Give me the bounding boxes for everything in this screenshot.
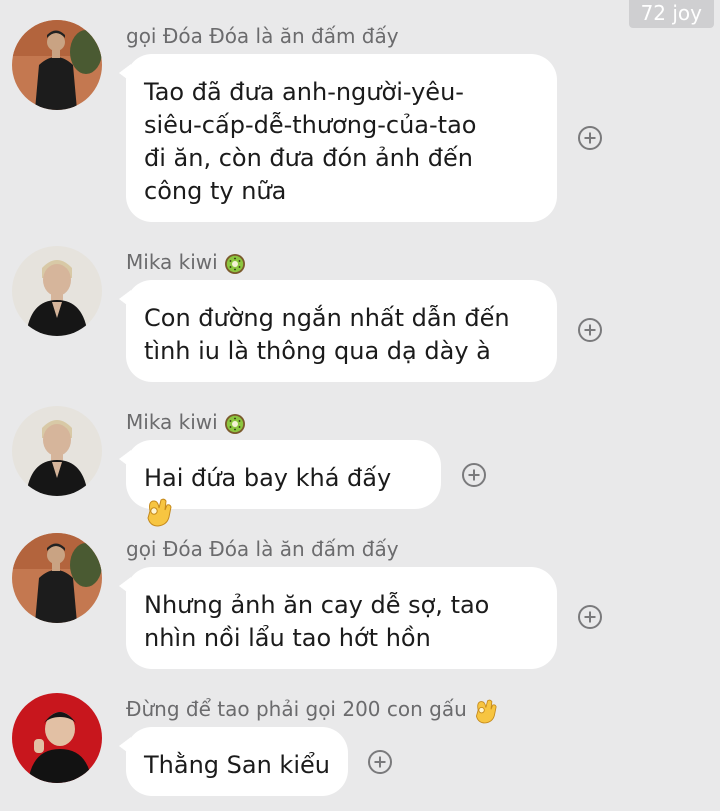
message-line: Hai đứa bay khá đấy <box>144 464 392 492</box>
kiwi-icon <box>225 253 246 274</box>
ok-hand-emoji <box>476 699 497 723</box>
add-reaction-button[interactable] <box>578 318 602 342</box>
sender-name: gọi Đóa Đóa là ăn đấm đấy <box>126 537 399 561</box>
blond-man-avatar <box>12 246 102 336</box>
ok-hand-emoji <box>147 498 172 527</box>
avatar[interactable] <box>12 533 102 623</box>
man-on-red-background-avatar <box>12 693 102 783</box>
message-line: tình iu là thông qua dạ dày à <box>144 337 491 365</box>
sender-name: Mika kiwi <box>126 250 246 275</box>
sender-name: Đừng để tao phải gọi 200 con gấu <box>126 697 497 724</box>
sender-name-text: Mika kiwi <box>126 250 218 274</box>
add-reaction-button[interactable] <box>578 605 602 629</box>
sender-name-text: Mika kiwi <box>126 410 218 434</box>
sender-name: gọi Đóa Đóa là ăn đấm đấy <box>126 24 399 48</box>
message-line: đi ăn, còn đưa đón ảnh đến <box>144 144 473 172</box>
watermark-label: 72 joy <box>628 0 714 28</box>
message-bubble[interactable]: Nhưng ảnh ăn cay dễ sợ, tao nhìn nồi lẩu… <box>119 567 557 669</box>
sender-name-text: Đừng để tao phải gọi 200 con gấu <box>126 697 467 721</box>
message-line: nhìn nồi lẩu tao hớt hồn <box>144 624 431 652</box>
message-line: Tao đã đưa anh-người-yêu- <box>144 78 464 106</box>
avatar[interactable] <box>12 406 102 496</box>
blond-man-avatar <box>12 406 102 496</box>
avatar[interactable] <box>12 20 102 110</box>
message-line: Nhưng ảnh ăn cay dễ sợ, tao <box>144 591 490 619</box>
add-reaction-button[interactable] <box>462 463 486 487</box>
avatar[interactable] <box>12 693 102 783</box>
message-bubble[interactable]: Tao đã đưa anh-người-yêu- siêu-cấp-dễ-th… <box>119 54 557 222</box>
add-reaction-button[interactable] <box>368 750 392 774</box>
message-line: Thằng San kiểu <box>144 751 330 779</box>
avatar[interactable] <box>12 246 102 336</box>
man-in-black-portrait-avatar <box>12 533 102 623</box>
add-reaction-button[interactable] <box>578 126 602 150</box>
message-bubble[interactable]: Thằng San kiểu <box>119 727 348 796</box>
kiwi-icon <box>225 413 246 434</box>
man-in-black-portrait-avatar <box>12 20 102 110</box>
message-line: công ty nữa <box>144 177 287 205</box>
message-line: siêu-cấp-dễ-thương-của-tao <box>144 111 477 139</box>
message-bubble[interactable]: Hai đứa bay khá đấy <box>119 440 441 527</box>
sender-name: Mika kiwi <box>126 410 246 435</box>
message-line: Con đường ngắn nhất dẫn đến <box>144 304 510 332</box>
message-bubble[interactable]: Con đường ngắn nhất dẫn đến tình iu là t… <box>119 280 557 382</box>
